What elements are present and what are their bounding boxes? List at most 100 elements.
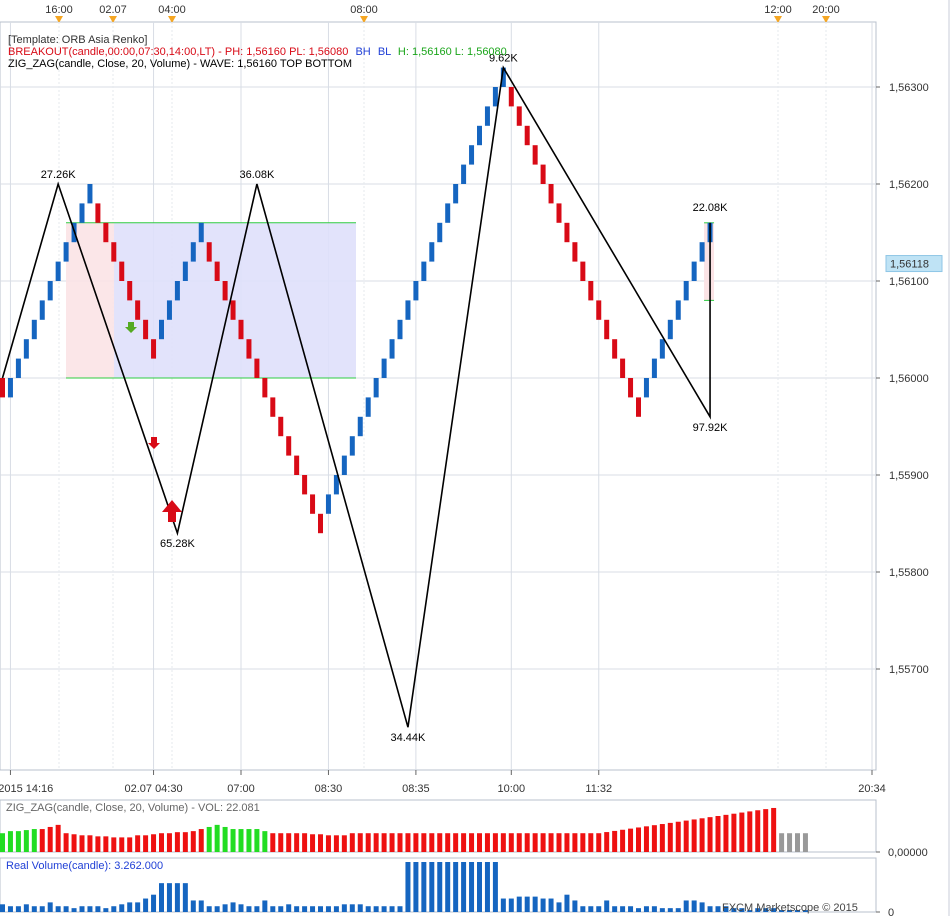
zz-volume-bar <box>190 831 196 852</box>
renko-chart[interactable]: 1,55700 1,55800 1,55900 1,56000 1,56100 1,562… <box>0 0 950 916</box>
zz-volume-bar <box>111 837 117 852</box>
zigzag-label: 97.92K <box>693 422 729 434</box>
real-volume-bar <box>119 904 125 912</box>
renko-brick <box>469 145 475 165</box>
real-volume-bar <box>71 908 77 912</box>
real-volume-bar <box>628 906 634 912</box>
renko-brick <box>572 242 578 262</box>
breakout-box-pink <box>66 222 114 378</box>
zz-volume-bar <box>413 833 419 852</box>
real-volume-bar <box>214 906 220 912</box>
zz-volume-bar <box>715 816 721 852</box>
renko-brick <box>127 281 133 301</box>
real-volume-bar <box>421 862 427 912</box>
renko-brick <box>159 319 164 340</box>
zz-volume-bar <box>556 833 562 852</box>
renko-brick <box>683 281 689 301</box>
renko-brick <box>596 300 602 320</box>
renko-brick <box>413 281 419 301</box>
real-volume-bar <box>612 906 618 912</box>
real-volume-bar <box>461 862 467 912</box>
x-tick-label: 07:00 <box>227 783 255 795</box>
real-volume-bar <box>524 896 530 912</box>
renko-brick <box>222 281 228 301</box>
zz-volume-bar <box>127 837 133 852</box>
renko-brick <box>310 494 316 514</box>
zz-volume-bar <box>739 812 745 852</box>
zz-volume-bar <box>699 818 705 852</box>
renko-brick <box>294 455 300 475</box>
zz-volume-bar <box>286 833 292 852</box>
real-volume-bar <box>87 906 93 912</box>
x-tick-label: 08:35 <box>402 783 430 795</box>
session-marker-label: 04:00 <box>158 4 186 16</box>
zz-volume-bar <box>310 834 316 852</box>
renko-brick <box>230 300 236 320</box>
real-volume-bar <box>333 906 339 912</box>
real-volume-bar <box>135 902 141 912</box>
y-tick-label: 1,55700 <box>889 664 929 676</box>
renko-brick <box>389 339 395 359</box>
renko-brick <box>508 87 514 107</box>
renko-brick <box>691 261 697 281</box>
zz-volume-bar <box>469 833 475 852</box>
zz-volume-bar <box>691 819 697 852</box>
zz-volume-axis-label: 0,00000 <box>888 847 928 859</box>
real-volume-bar <box>453 862 459 912</box>
real-volume-bar <box>413 862 419 912</box>
real-volume-bar <box>159 883 164 912</box>
renko-brick <box>365 397 371 417</box>
zz-volume-bar <box>548 833 554 852</box>
zz-volume-bar <box>484 833 490 852</box>
zz-volume-bar <box>620 829 626 852</box>
renko-brick <box>421 261 427 281</box>
real-volume-bar <box>95 906 101 912</box>
zz-volume-bar <box>95 836 101 852</box>
renko-brick <box>564 222 570 243</box>
zz-volume-bar <box>325 835 331 852</box>
real-volume-bar <box>683 900 689 912</box>
zz-volume-bar <box>143 835 149 852</box>
renko-brick <box>588 281 594 301</box>
renko-brick <box>286 436 292 456</box>
zz-volume-bar <box>238 829 244 852</box>
real-volume-bar <box>246 906 252 912</box>
zz-volume-bar <box>365 833 371 852</box>
real-volume-bar <box>389 906 395 912</box>
renko-brick <box>55 261 61 281</box>
zz-volume-bar <box>437 833 443 852</box>
real-volume-bar <box>659 908 665 912</box>
renko-brick <box>659 339 665 359</box>
renko-brick <box>111 242 117 262</box>
y-tick-label: 1,56300 <box>889 82 929 94</box>
real-volume-bar <box>310 906 316 912</box>
real-volume-bar <box>373 906 379 912</box>
zz-volume-bar <box>39 829 45 852</box>
real-volume-bar <box>643 906 649 912</box>
zz-volume-bar <box>461 833 467 852</box>
real-volume-bar <box>47 902 53 912</box>
renko-brick <box>63 242 69 262</box>
zz-volume-bar <box>667 822 673 852</box>
renko-brick <box>103 222 109 243</box>
zz-volume-bar <box>405 833 411 852</box>
real-volume-bar <box>111 906 117 912</box>
zz-volume-bar <box>628 828 634 852</box>
real-volume-bar <box>79 906 85 912</box>
renko-brick <box>95 203 101 223</box>
zz-volume-bar <box>723 814 729 852</box>
renko-brick <box>445 203 451 223</box>
real-volume-bar <box>405 862 411 912</box>
zz-volume-bar <box>373 833 379 852</box>
real-volume-bar <box>302 906 308 912</box>
real-volume-bar <box>238 904 244 912</box>
zz-volume-bar <box>79 835 85 852</box>
real-volume-bar <box>516 896 522 912</box>
real-volume-bar <box>532 896 538 912</box>
breakout-levels: H: 1,56160 L: 1,56080 <box>397 46 507 58</box>
y-tick-label: 1,56000 <box>889 373 929 385</box>
real-volume-bar <box>540 898 546 912</box>
renko-brick <box>0 378 5 398</box>
real-volume-bar <box>23 904 29 912</box>
real-volume-bar <box>31 906 37 912</box>
